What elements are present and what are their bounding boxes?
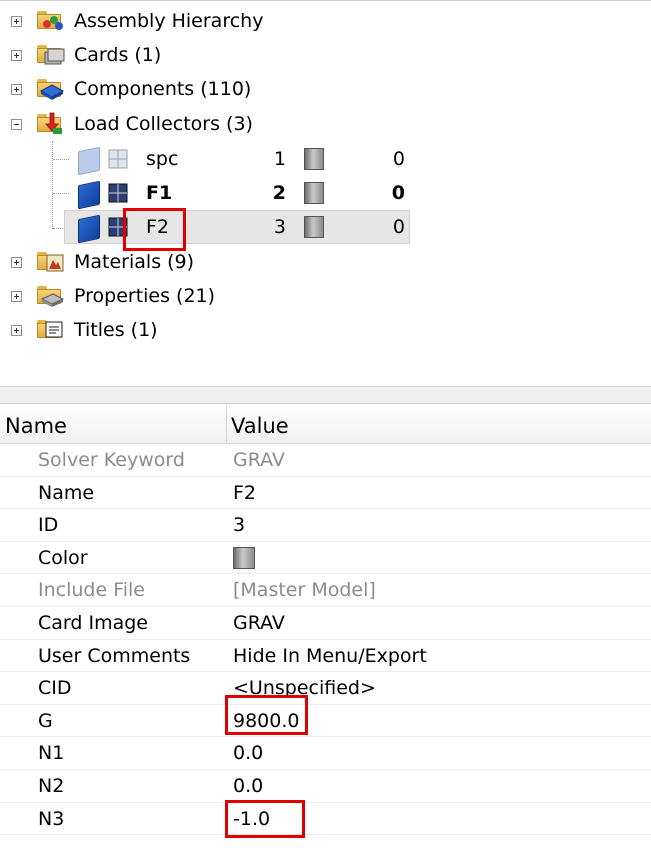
property-value[interactable]: F2 bbox=[233, 477, 256, 509]
tree-item-assembly-hierarchy[interactable]: Assembly Hierarchy bbox=[0, 4, 651, 38]
pane-splitter[interactable] bbox=[0, 386, 651, 404]
tree-item-titles[interactable]: Titles (1) bbox=[0, 313, 651, 347]
table-row-user-comments[interactable]: User Comments Hide In Menu/Export bbox=[0, 640, 651, 673]
table-row-include-file: Include File [Master Model] bbox=[0, 574, 651, 607]
load-collector-icon bbox=[78, 214, 100, 244]
load-collector-id: 1 bbox=[273, 148, 286, 170]
load-collector-icon bbox=[78, 146, 100, 176]
components-icon bbox=[37, 79, 65, 100]
property-key: N2 bbox=[38, 775, 65, 797]
tree-item-label: Properties (21) bbox=[74, 285, 216, 307]
expand-plus-icon[interactable] bbox=[11, 84, 22, 95]
property-value[interactable]: 0.0 bbox=[233, 737, 263, 769]
collapse-minus-icon[interactable] bbox=[11, 119, 22, 130]
color-swatch[interactable] bbox=[304, 216, 324, 238]
property-key: Name bbox=[38, 481, 95, 504]
expand-plus-icon[interactable] bbox=[11, 325, 22, 336]
materials-icon bbox=[37, 252, 64, 272]
property-value[interactable]: 0.0 bbox=[233, 770, 263, 802]
color-swatch[interactable] bbox=[233, 546, 255, 569]
property-value[interactable]: GRAV bbox=[233, 607, 285, 639]
column-header-name[interactable]: Name bbox=[5, 404, 67, 448]
tree-item-label: Load Collectors (3) bbox=[74, 113, 253, 135]
property-key: N3 bbox=[38, 807, 65, 830]
tree-connector-line bbox=[53, 193, 69, 194]
property-value[interactable]: 3 bbox=[233, 509, 245, 541]
property-key: N1 bbox=[38, 742, 65, 765]
property-value[interactable]: Hide In Menu/Export bbox=[233, 640, 427, 672]
table-row-id[interactable]: ID 3 bbox=[0, 509, 651, 542]
tree-item-materials[interactable]: Materials (9) bbox=[0, 245, 651, 279]
properties-icon bbox=[37, 286, 65, 307]
property-key: Include File bbox=[38, 579, 145, 602]
mesh-grid-icon bbox=[108, 149, 128, 169]
highlight-box-n3-value bbox=[225, 800, 305, 838]
load-collector-row-f1[interactable]: F1 2 0 bbox=[70, 176, 410, 210]
property-value: GRAV bbox=[233, 449, 285, 471]
entity-editor-table: Name Value Solver Keyword GRAV Name F2 I… bbox=[0, 404, 651, 848]
expand-plus-icon[interactable] bbox=[11, 50, 22, 61]
expand-plus-icon[interactable] bbox=[11, 291, 22, 302]
tree-connector-line bbox=[53, 159, 69, 160]
table-row-n2[interactable]: N2 0.0 bbox=[0, 770, 651, 803]
property-key: CID bbox=[38, 677, 72, 700]
load-collector-include: 0 bbox=[392, 148, 405, 170]
expand-plus-icon[interactable] bbox=[11, 257, 22, 268]
property-value: [Master Model] bbox=[233, 579, 376, 602]
table-row-cid[interactable]: CID <Unspecified> bbox=[0, 672, 651, 705]
load-collector-id: 3 bbox=[273, 216, 286, 238]
tree-item-load-collectors[interactable]: Load Collectors (3) bbox=[0, 107, 651, 141]
column-divider[interactable] bbox=[226, 404, 227, 444]
load-collector-include: 0 bbox=[391, 182, 405, 204]
column-header-value[interactable]: Value bbox=[231, 404, 289, 448]
load-collectors-icon bbox=[37, 112, 62, 134]
highlight-box-g-value bbox=[225, 695, 308, 735]
expand-plus-icon[interactable] bbox=[11, 16, 22, 27]
tree-item-label: Assembly Hierarchy bbox=[74, 10, 264, 32]
tree-connector-line bbox=[52, 141, 53, 229]
table-row-n1[interactable]: N1 0.0 bbox=[0, 737, 651, 770]
load-collector-row-spc[interactable]: spc 1 0 bbox=[70, 142, 410, 176]
tree-item-label: Materials (9) bbox=[74, 251, 195, 273]
titles-icon bbox=[37, 320, 63, 338]
table-row-card-image[interactable]: Card Image GRAV bbox=[0, 607, 651, 640]
property-key: G bbox=[38, 709, 53, 732]
table-header: Name Value bbox=[0, 404, 651, 444]
tree-item-properties[interactable]: Properties (21) bbox=[0, 279, 651, 313]
load-collector-name: spc bbox=[146, 148, 179, 170]
tree-item-label: Titles (1) bbox=[74, 319, 158, 341]
table-row-solver-keyword: Solver Keyword GRAV bbox=[0, 444, 651, 477]
property-key: Solver Keyword bbox=[38, 449, 185, 471]
load-collector-icon bbox=[78, 180, 100, 210]
assembly-hierarchy-icon bbox=[37, 11, 63, 30]
property-key: User Comments bbox=[38, 644, 191, 667]
tree-item-cards[interactable]: Cards (1) bbox=[0, 38, 651, 72]
property-key: Color bbox=[38, 546, 88, 569]
model-browser-tree: Assembly Hierarchy Cards (1) Components … bbox=[0, 0, 651, 387]
property-key: Card Image bbox=[38, 612, 148, 634]
tree-item-label: Cards (1) bbox=[74, 44, 162, 66]
color-swatch[interactable] bbox=[304, 182, 324, 204]
load-collector-id: 2 bbox=[272, 182, 286, 204]
mesh-grid-icon bbox=[108, 183, 128, 203]
tree-item-label: Components (110) bbox=[74, 78, 252, 100]
property-key: ID bbox=[38, 514, 59, 537]
color-swatch[interactable] bbox=[304, 148, 324, 170]
table-row-g[interactable]: G 9800.0 bbox=[0, 705, 651, 738]
load-collector-include: 0 bbox=[392, 216, 405, 238]
cards-icon bbox=[37, 45, 65, 65]
table-row-color[interactable]: Color bbox=[0, 542, 651, 575]
load-collector-name: F1 bbox=[146, 182, 173, 204]
tree-item-components[interactable]: Components (110) bbox=[0, 72, 651, 106]
table-row-name[interactable]: Name F2 bbox=[0, 477, 651, 510]
load-collector-row-f2[interactable]: F2 3 0 bbox=[70, 210, 410, 244]
table-row-n3[interactable]: N3 -1.0 bbox=[0, 803, 651, 836]
